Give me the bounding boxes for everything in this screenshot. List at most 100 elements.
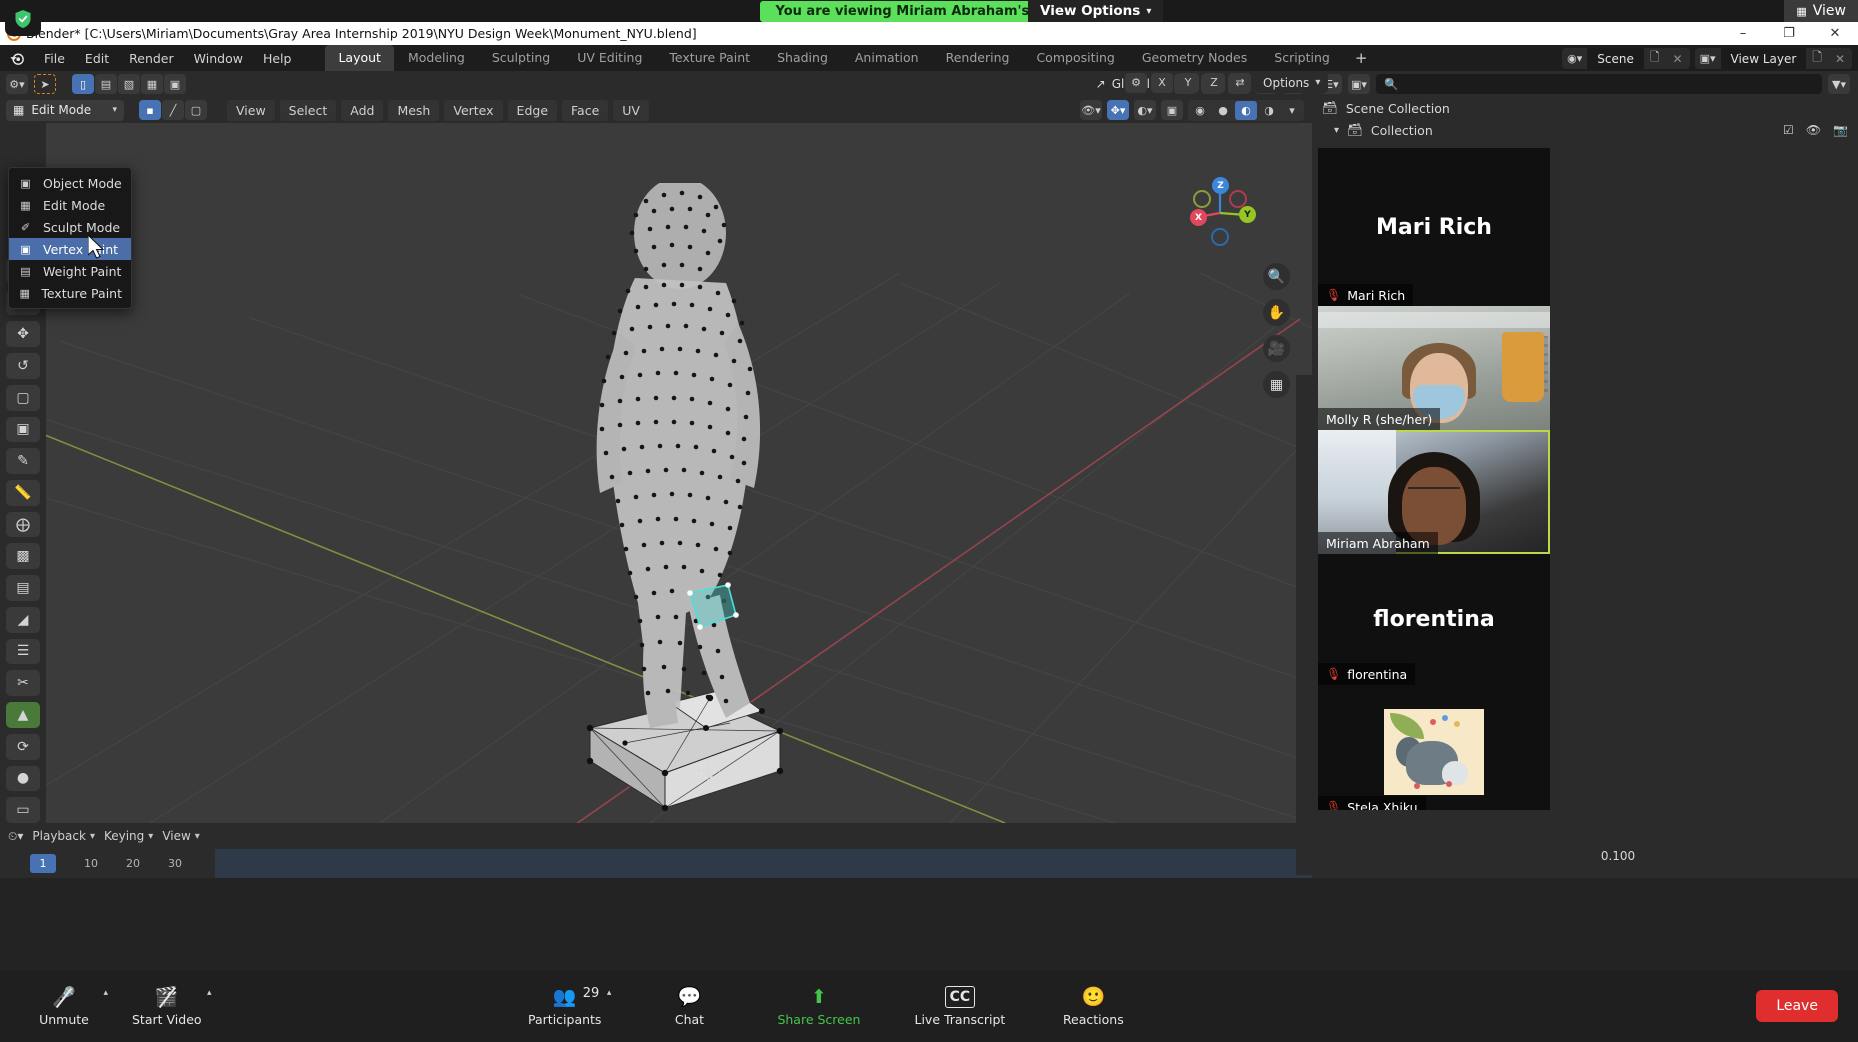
maximize-button[interactable]: ❐ [1766,22,1812,45]
menu-item-vertex-paint[interactable]: ▣ Vertex Paint [9,238,131,260]
select-extend-icon[interactable]: ▤ [95,74,117,94]
menu-render[interactable]: Render [119,48,184,69]
participant-tile[interactable]: Miriam Abraham [1318,430,1550,554]
gizmo-axis-z[interactable]: Z [1212,177,1229,194]
current-frame-indicator[interactable]: 1 [30,854,56,873]
zoom-icon[interactable]: 🔍 [1263,263,1290,290]
tool-bevel-icon[interactable]: ◢ [6,607,40,633]
select-subtract-icon[interactable]: ▧ [118,74,140,94]
viewport-menu-edge[interactable]: Edge [508,100,557,121]
share-screen-button[interactable]: ⬆ Share Screen [769,986,868,1027]
chevron-up-icon[interactable]: ▴ [607,988,612,998]
chevron-up-icon[interactable]: ▴ [207,988,212,998]
face-select-icon[interactable]: ▢ [185,100,207,120]
tool-add-cube-icon[interactable]: ⨁ [6,512,40,538]
scene-selector[interactable]: ◉▾ Scene 🗋 ✕ [1562,48,1689,69]
vertex-select-icon[interactable]: ▪ [139,100,161,120]
tool-smooth-icon[interactable]: ● [6,766,40,792]
tool-knife-icon[interactable]: ✂ [6,670,40,696]
viewport-menu-vertex[interactable]: Vertex [444,100,502,121]
visibility-eye-icon[interactable]: 👁▾ [1080,100,1102,120]
eye-visibility-icon[interactable]: 👁 [1806,123,1821,137]
gizmo-axis-y[interactable]: Y [1239,206,1256,223]
close-button[interactable]: ✕ [1812,22,1858,45]
property-value-field[interactable]: 0.100 [1378,845,1858,867]
viewport-menu-view[interactable]: View [227,100,275,121]
tool-loopcut-icon[interactable]: ☰ [6,639,40,665]
timeline-view-menu[interactable]: View ▾ [162,829,200,843]
snap-increment-icon[interactable]: ⚙ [1125,73,1147,93]
select-invert-icon[interactable]: ▦ [141,74,163,94]
viewport-menu-mesh[interactable]: Mesh [388,100,439,121]
tool-inset-icon[interactable]: ▤ [6,575,40,601]
tool-measure-icon[interactable]: 📏 [6,480,40,506]
tool-spin-icon[interactable]: ⟳ [6,734,40,760]
participant-tile[interactable]: florentina 🎙 florentina [1318,554,1550,685]
gizmo-axis-x[interactable]: X [1190,209,1207,226]
remove-view-layer-icon[interactable]: ✕ [1828,52,1852,66]
live-transcript-button[interactable]: CC Live Transcript [906,986,1013,1027]
tool-extrude-icon[interactable]: ▩ [6,543,40,569]
participants-button[interactable]: 👥 Participants 29 ▴ [520,986,609,1027]
new-view-layer-icon[interactable]: 🗋 [1806,48,1828,69]
edge-select-icon[interactable]: ╱ [162,100,184,120]
menu-item-texture-paint[interactable]: ▦ Texture Paint [9,282,131,304]
3d-viewport[interactable]: ctive [0,123,1312,823]
menu-item-edit-mode[interactable]: ▦ Edit Mode [9,194,131,216]
view-layer-name-field[interactable]: View Layer [1721,48,1807,69]
viewport-menu-face[interactable]: Face [562,100,608,121]
timeline-body[interactable]: 1 10 20 30 [0,849,1312,878]
viewport-menu-uv[interactable]: UV [613,100,649,121]
view-button[interactable]: ▦ View [1784,0,1858,22]
tool-scale-icon[interactable]: ▢ [6,385,40,411]
tab-layout[interactable]: Layout [325,45,394,71]
new-scene-icon[interactable]: 🗋 [1644,48,1666,69]
camera-render-icon[interactable]: 📷 [1833,123,1848,137]
properties-tab-strip[interactable] [1296,375,1316,875]
material-preview-icon[interactable]: ◐ [1235,101,1257,120]
participant-tile[interactable]: Molly R (she/her) [1318,306,1550,430]
tab-animation[interactable]: Animation [842,45,932,71]
tool-poly-build-icon[interactable]: ▲ [6,702,40,728]
timeline-scrub-area[interactable] [215,849,1312,878]
tab-texture-paint[interactable]: Texture Paint [656,45,763,71]
tab-geometry-nodes[interactable]: Geometry Nodes [1129,45,1260,71]
statue-mesh-object[interactable] [530,183,970,823]
timeline-keying-menu[interactable]: Keying ▾ [104,829,153,843]
wireframe-shading-icon[interactable]: ◉ [1189,101,1211,120]
participant-tile[interactable]: Mari Rich 🎙 Mari Rich [1318,148,1550,306]
chevron-up-icon[interactable]: ▴ [103,988,108,998]
menu-window[interactable]: Window [184,48,253,69]
tool-move-icon[interactable]: ✥ [6,321,40,347]
unmute-button[interactable]: 🎤 Unmute ▴ [22,986,106,1027]
axis-x-button[interactable]: X [1151,73,1173,93]
blender-logo-icon[interactable] [0,50,34,67]
gizmo-icon[interactable]: ✥▾ [1107,100,1129,120]
participants-video-panel[interactable]: Mari Rich 🎙 Mari Rich Molly R (she/her) [1318,148,1550,810]
xray-toggle-icon[interactable]: ▣ [1161,100,1183,120]
viewport-menu-select[interactable]: Select [280,100,337,121]
select-intersect-icon[interactable]: ▣ [164,74,186,94]
tool-shear-icon[interactable]: ▭ [6,797,40,823]
overlays-icon[interactable]: ◐▾ [1134,100,1156,120]
timeline-playback-menu[interactable]: Playback ▾ [32,829,95,843]
view-layer-selector[interactable]: ▣▾ View Layer 🗋 ✕ [1695,48,1852,69]
menu-item-object-mode[interactable]: ▣ Object Mode [9,172,131,194]
add-workspace-button[interactable]: + [1344,47,1379,69]
tab-rendering[interactable]: Rendering [933,45,1023,71]
start-video-button[interactable]: 🎬 Start Video ▴ [124,986,210,1027]
timeline-editor-type-icon[interactable]: ⏲▾ [8,829,23,844]
rendered-shading-icon[interactable]: ◑ [1258,101,1280,120]
mirror-options-icon[interactable]: ⇄ [1229,73,1251,93]
checkbox-icon[interactable]: ☑ [1783,123,1794,137]
tab-modeling[interactable]: Modeling [395,45,478,71]
axis-y-button[interactable]: Y [1177,73,1199,93]
chat-button[interactable]: 💬 Chat [647,986,731,1027]
perspective-toggle-icon[interactable]: ▦ [1263,371,1290,398]
outliner-search-input[interactable]: 🔍 [1376,74,1822,94]
tab-compositing[interactable]: Compositing [1023,45,1127,71]
menu-help[interactable]: Help [253,48,302,69]
solid-shading-icon[interactable]: ● [1212,101,1234,120]
tab-uv-editing[interactable]: UV Editing [564,45,655,71]
tab-shading[interactable]: Shading [764,45,841,71]
